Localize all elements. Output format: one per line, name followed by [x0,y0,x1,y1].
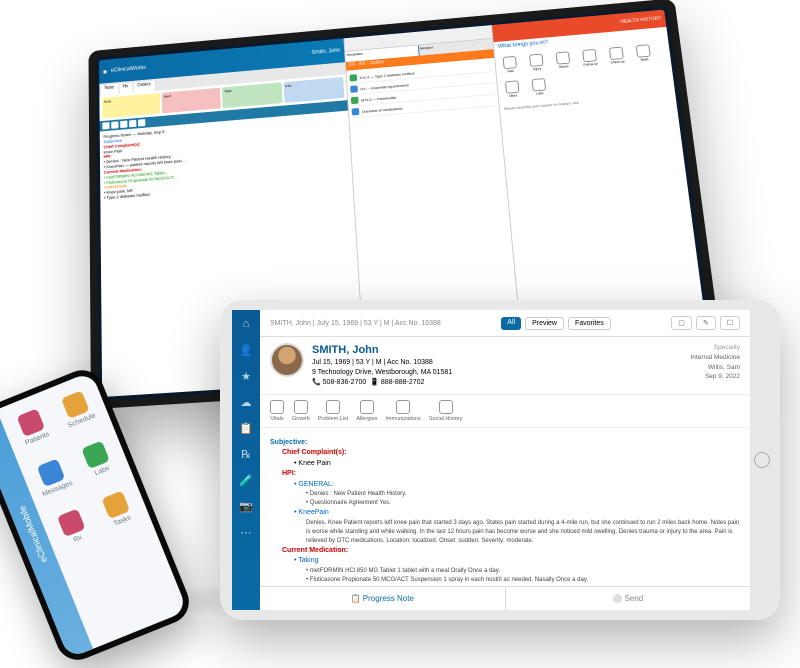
intake-tile[interactable]: Pain [499,54,522,75]
sidebar-clipboard-icon[interactable]: 📋 [238,420,254,436]
tablet-device: ⌂ 👤 ★ ☁ 📋 ℞ 🧪 📷 ⋯ SMITH, John | July 15,… [220,300,780,620]
phone-tile-labs[interactable]: Labs [72,432,124,487]
intake-tile[interactable]: Injury [525,52,548,73]
sidebar-star-icon[interactable]: ★ [238,368,254,384]
social-hx-tile[interactable]: Social History [429,400,463,422]
growth-icon [294,400,308,414]
app-logo-icon: ◉ [103,68,108,74]
sticky-yellow[interactable]: Note [102,93,160,118]
tablet-main: SMITH, John | July 15, 1969 | 53 Y | M |… [260,310,750,610]
sticky-pink[interactable]: Alert [162,88,221,114]
med-line: • metFORMIN HCl 850 MG Tablet 1 tablet w… [270,567,740,576]
status-dot-icon [351,108,359,116]
send-tab[interactable]: ⚪ Send [506,587,751,610]
dx-list: E11.9 — Type 2 diabetes mellitus I10 — E… [346,58,520,342]
action-button[interactable]: ▢ [671,316,692,330]
patient-address: 9 Technology Drive, Westborough, MA 0158… [312,368,683,378]
phone-tile-schedule[interactable]: Schedule [51,382,103,437]
subjective-heading: Subjective: [270,438,740,449]
cc-value: • Knee Pain [270,459,740,470]
intake-tile[interactable]: Illness [552,49,575,70]
allergies-tile[interactable]: Allergies [356,400,377,422]
patient-demographics: Jul 15, 1969 | 53 Y | M | Acc No. 10388 [312,358,683,368]
toolbar-button[interactable] [129,120,136,127]
vitals-tile[interactable]: Vitals [270,400,284,422]
problems-tile[interactable]: Problem List [318,400,349,422]
sidebar-rx-icon[interactable]: ℞ [238,446,254,462]
tab-all[interactable]: All [501,317,521,330]
intake-tile[interactable]: Labs [528,76,551,97]
cc-heading: Chief Complaint(s): [270,448,740,459]
sticky-blue[interactable]: Info [283,77,344,103]
toolbar-button[interactable] [138,119,145,126]
phone-tile-rx[interactable]: Rx [47,500,99,555]
social-history-icon [439,400,453,414]
phone-tile-messages[interactable]: Messages [27,450,79,505]
meds-heading: Current Medication: [270,546,740,557]
vitals-icon [270,400,284,414]
progress-note-tab[interactable]: 📋 Progress Note [260,587,506,610]
hpi-kneepain: • KneePain [270,508,740,519]
rx-icon [57,509,86,538]
sidebar-imaging-icon[interactable]: 📷 [238,498,254,514]
intake-tile[interactable]: Check-up [605,45,628,66]
toolbar-button[interactable] [111,121,118,128]
patient-avatar[interactable] [270,343,304,377]
breadcrumb: SMITH, John | July 15, 1969 | 53 Y | M |… [270,320,441,327]
hpi-line: • Questionnaire Agreement Yes. [270,499,740,508]
action-button[interactable]: ☐ [720,316,740,330]
status-dot-icon [351,97,359,105]
phone-screen: eClinicalMobile Patients Schedule Messag… [0,371,188,658]
intake-tile[interactable]: Other [501,78,524,99]
problem-list-icon [326,400,340,414]
clinical-icon-row: Vitals Growth Problem List Allergies Imm… [260,395,750,428]
meds-taking: • Taking [270,556,740,567]
status-dot-icon [350,85,358,93]
tab-favorites[interactable]: Favorites [568,317,611,330]
sidebar-lab-icon[interactable]: 🧪 [238,472,254,488]
patient-phone[interactable]: 📞 508-836-2700 [312,379,366,386]
encounter-meta: Specialty Internal Medicine Willis, Sam … [691,343,741,382]
sidebar-more-icon[interactable]: ⋯ [238,524,254,540]
hpi-line: • Denies : New Patient Health History. [270,490,740,499]
tablet-bottom-bar: 📋 Progress Note ⚪ Send [260,586,750,610]
tab-preview[interactable]: Preview [525,317,564,330]
patient-header: SMITH, John Jul 15, 1969 | 53 Y | M | Ac… [260,337,750,395]
patient-name: SMITH, John [312,343,683,358]
allergies-icon [360,400,374,414]
sidebar-cloud-icon[interactable]: ☁ [238,394,254,410]
hpi-heading: HPI: [270,469,740,480]
immunizations-tile[interactable]: Immunizations [385,400,420,422]
med-line: • Fluticasone Propionate 50 MCG/ACT Susp… [270,576,740,585]
intake-tile[interactable]: Follow-up [578,47,601,68]
growth-tile[interactable]: Growth [292,400,310,422]
sidebar-home-icon[interactable]: ⌂ [238,316,254,332]
tablet-screen: ⌂ 👤 ★ ☁ 📋 ℞ 🧪 📷 ⋯ SMITH, John | July 15,… [232,310,750,610]
phone-tile-tasks[interactable]: Tasks [92,482,144,537]
phone-tile-patients[interactable]: Patients [7,400,59,455]
intake-tile[interactable]: Refill [632,42,656,63]
toolbar-button[interactable] [120,121,127,128]
tablet-note-body: Subjective: Chief Complaint(s): • Knee P… [260,428,750,586]
hpi-detail: Denies. Knee Patient reports left knee p… [270,519,740,546]
app-title: eClinicalWorks [111,65,146,73]
hpi-general: • GENERAL: [270,480,740,491]
toolbar-button[interactable] [102,122,109,129]
patient-name-label: Smith, John [311,48,340,56]
tablet-sidebar: ⌂ 👤 ★ ☁ 📋 ℞ 🧪 📷 ⋯ [232,310,260,610]
sidebar-patient-icon[interactable]: 👤 [238,342,254,358]
action-button[interactable]: ✎ [696,316,716,330]
immunizations-icon [396,400,410,414]
patient-mobile[interactable]: 📱 888-888-2702 [370,379,424,386]
tablet-top-bar: SMITH, John | July 15, 1969 | 53 Y | M |… [260,310,750,337]
status-dot-icon [349,74,357,82]
sticky-green[interactable]: Task [222,82,282,108]
